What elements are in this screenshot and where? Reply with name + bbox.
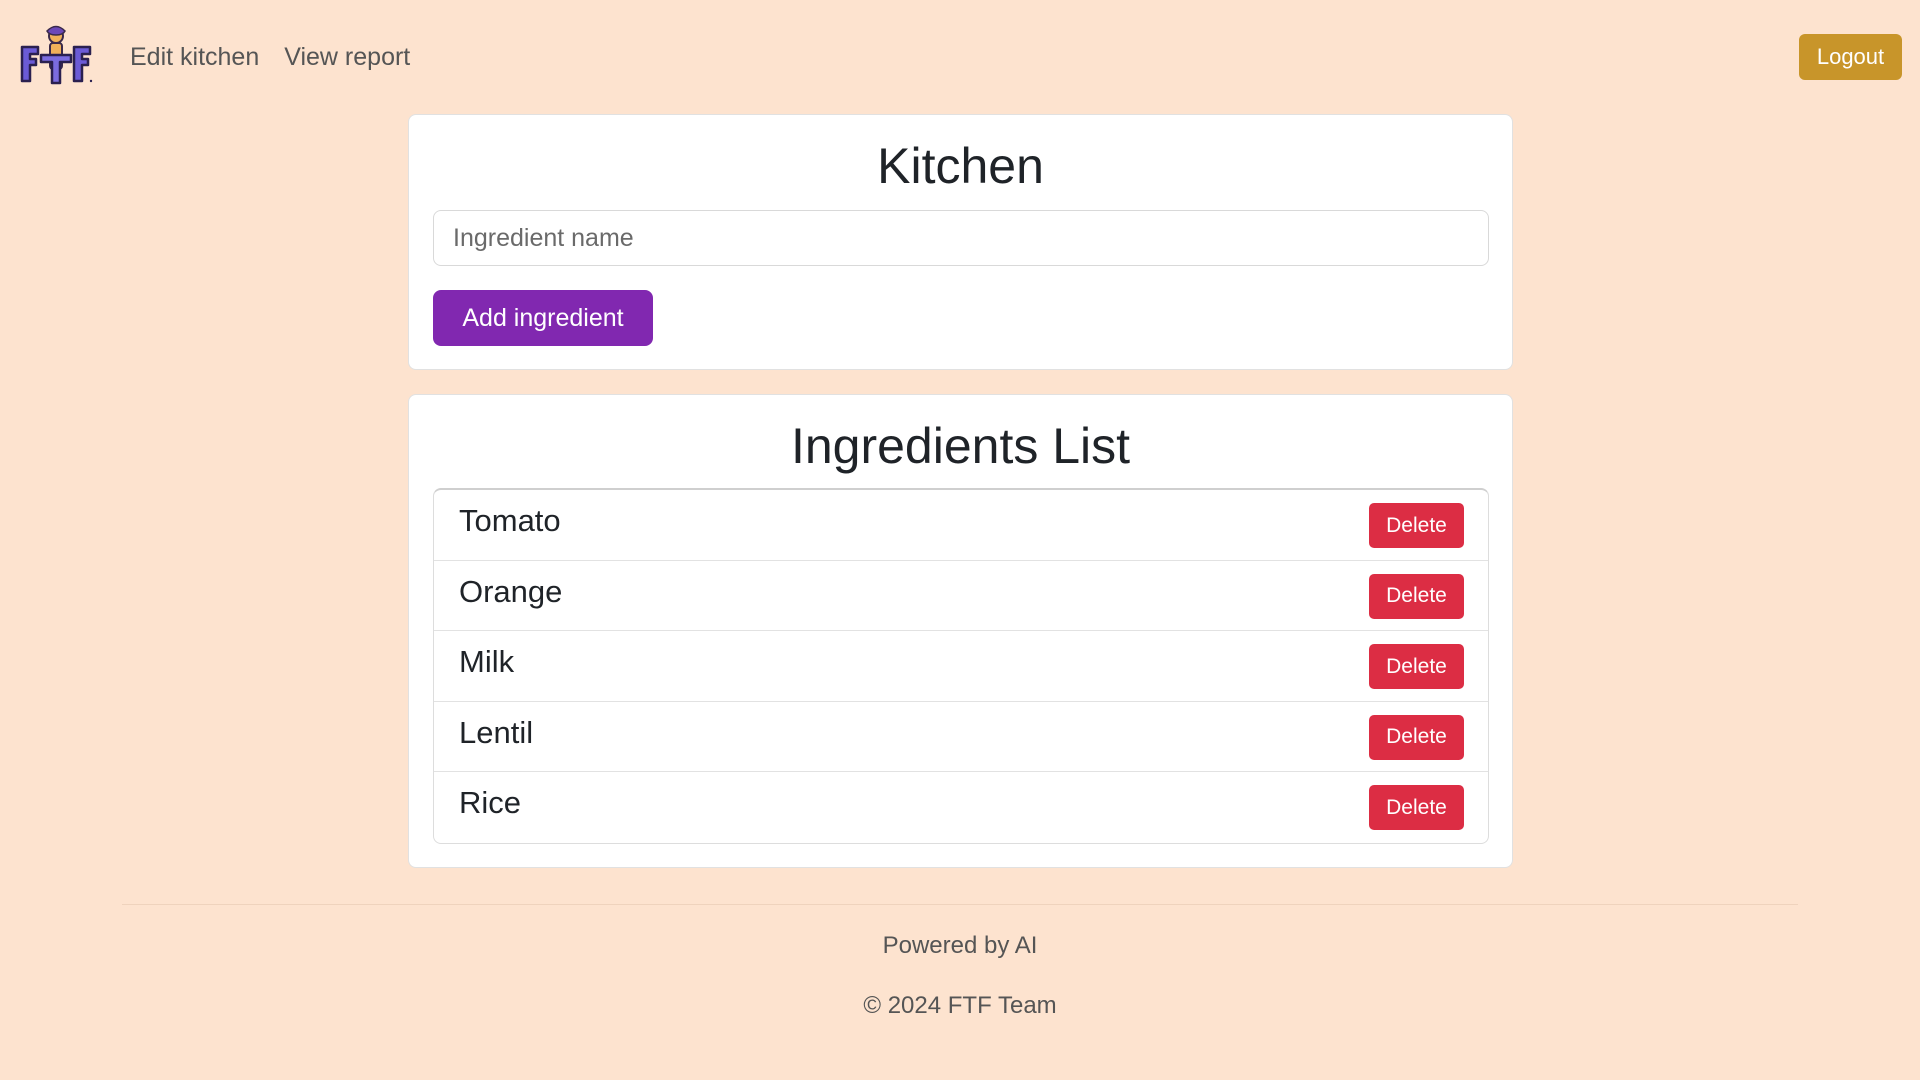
list-item: Rice Delete — [434, 772, 1488, 843]
list-item: Tomato Delete — [434, 490, 1488, 561]
list-item: Orange Delete — [434, 561, 1488, 631]
ingredient-name-input[interactable] — [433, 210, 1489, 266]
ingredient-name: Orange — [459, 573, 563, 609]
ingredients-list-title: Ingredients List — [790, 418, 1131, 474]
kitchen-title: Kitchen — [877, 138, 1044, 194]
kitchen-card: Kitchen Add ingredient — [408, 114, 1513, 370]
list-item: Lentil Delete — [434, 702, 1488, 772]
delete-button[interactable]: Delete — [1369, 503, 1464, 548]
add-ingredient-button[interactable]: Add ingredient — [433, 290, 653, 346]
nav-link-view-report[interactable]: View report — [284, 43, 410, 72]
nav-link-edit-kitchen[interactable]: Edit kitchen — [130, 43, 259, 72]
footer-copyright: © 2024 FTF Team — [863, 992, 1057, 1019]
footer-powered-by: Powered by AI — [882, 932, 1038, 959]
delete-button[interactable]: Delete — [1369, 644, 1464, 689]
ingredient-list: Tomato Delete Orange Delete Milk Delete … — [433, 488, 1489, 844]
nav-links: Edit kitchen View report — [130, 43, 410, 72]
ingredients-list-card: Ingredients List Tomato Delete Orange De… — [408, 394, 1513, 868]
ftf-logo-icon[interactable] — [19, 25, 93, 89]
ingredient-name: Rice — [459, 785, 522, 820]
delete-button[interactable]: Delete — [1369, 785, 1464, 830]
ftf-logo-graphic — [20, 25, 93, 85]
ingredient-name: Tomato — [459, 503, 561, 538]
footer-divider — [122, 904, 1798, 905]
delete-button[interactable]: Delete — [1369, 573, 1464, 619]
navbar: Edit kitchen View report Logout — [0, 0, 1920, 114]
ingredient-name: Milk — [459, 644, 515, 679]
list-item: Milk Delete — [434, 631, 1488, 702]
delete-button[interactable]: Delete — [1369, 714, 1464, 760]
logout-button[interactable]: Logout — [1799, 34, 1902, 80]
ingredient-name: Lentil — [459, 714, 534, 750]
